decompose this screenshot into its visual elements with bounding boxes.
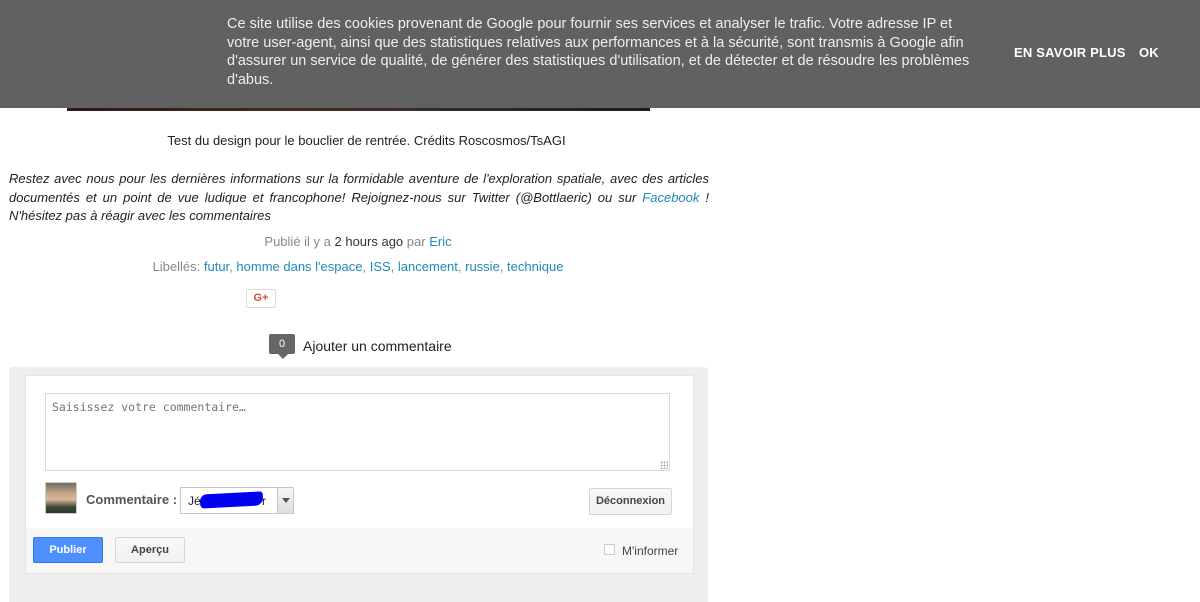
blurb-text: Restez avec nous pour les dernières info…: [9, 171, 709, 205]
author-link[interactable]: Eric: [429, 234, 451, 249]
published-time[interactable]: 2 hours ago: [335, 234, 404, 249]
notify-label: M'informer: [622, 544, 679, 558]
learn-more-button[interactable]: EN SAVOIR PLUS: [1014, 45, 1126, 60]
image-caption: Test du design pour le bouclier de rentr…: [167, 133, 566, 148]
resize-grip-icon[interactable]: [660, 461, 668, 469]
facebook-link[interactable]: Facebook: [642, 190, 699, 205]
identity-suffix: r: [262, 494, 266, 508]
cookie-message: Ce site utilise des cookies provenant de…: [227, 16, 970, 88]
post-blurb: Restez avec nous pour les dernières info…: [9, 170, 709, 226]
post-labels: Libellés: futur, homme dans l'espace, IS…: [152, 259, 564, 274]
logout-button[interactable]: Déconnexion: [589, 488, 672, 515]
chevron-down-icon[interactable]: [277, 488, 293, 513]
label-link[interactable]: futur: [204, 259, 229, 274]
ok-button[interactable]: OK: [1139, 45, 1159, 60]
preview-button[interactable]: Aperçu: [115, 537, 185, 563]
label-link[interactable]: lancement: [398, 259, 458, 274]
labels-prefix: Libellés:: [152, 259, 204, 274]
publish-button[interactable]: Publier: [33, 537, 103, 563]
post-published-line: Publié il y a 2 hours ago par Eric: [0, 234, 716, 249]
comment-count-badge: 0: [269, 334, 295, 359]
google-plus-share-button[interactable]: G+: [246, 289, 276, 308]
commenter-label: Commentaire :: [86, 492, 178, 507]
avatar: [45, 482, 77, 514]
add-comment-link[interactable]: Ajouter un commentaire: [303, 338, 452, 354]
label-link[interactable]: technique: [507, 259, 563, 274]
notify-checkbox[interactable]: [604, 544, 615, 555]
identity-prefix: Jé: [188, 494, 201, 508]
comment-textarea[interactable]: [45, 393, 670, 471]
published-by: par: [403, 234, 430, 249]
label-link[interactable]: homme dans l'espace: [236, 259, 362, 274]
published-prefix: Publié il y a: [264, 234, 335, 249]
label-link[interactable]: ISS: [370, 259, 391, 274]
cookie-banner: Ce site utilise des cookies provenant de…: [0, 0, 1200, 108]
label-link[interactable]: russie: [465, 259, 500, 274]
